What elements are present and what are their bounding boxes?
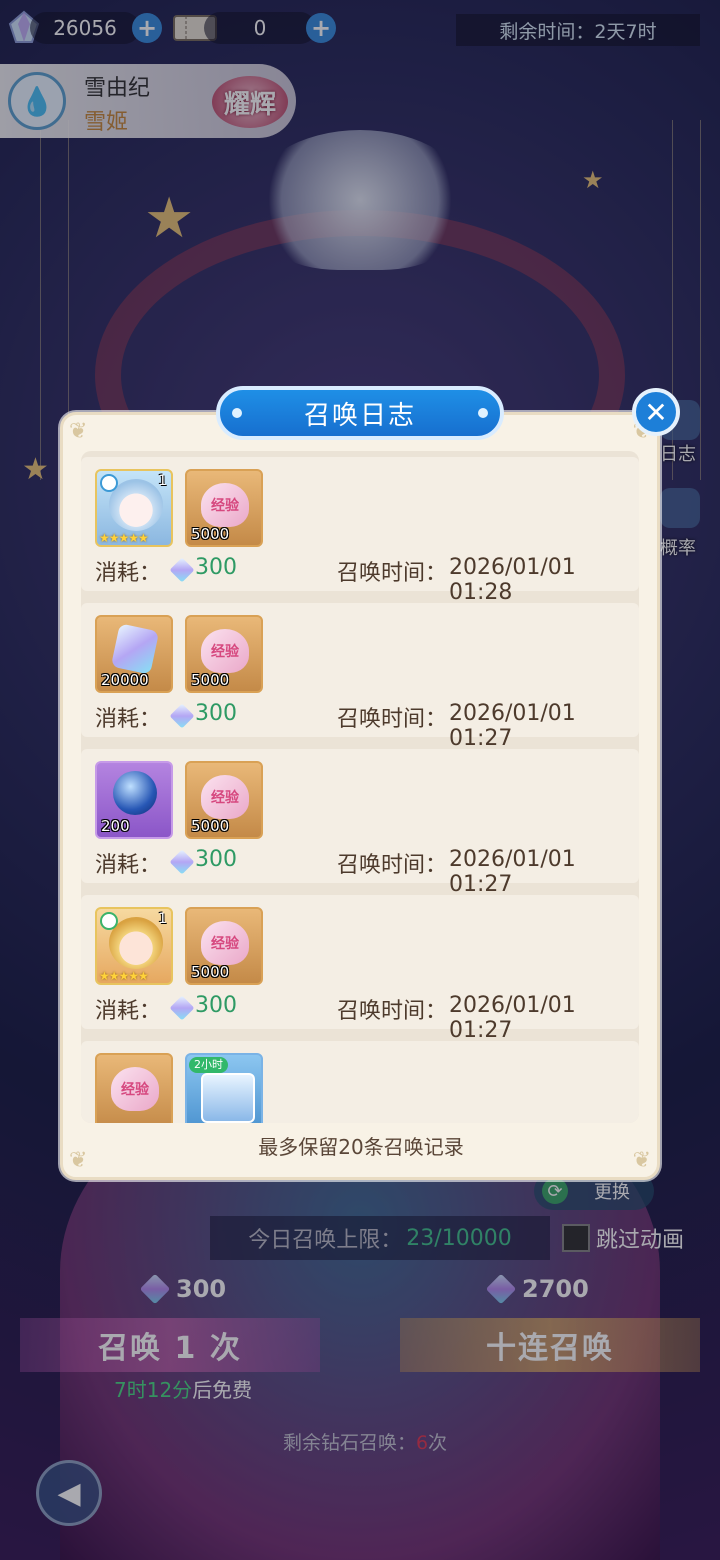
summon-record: 1 ★★★★★ 经验 5000 消耗： 300 召唤时间： 2026/01/01…: [81, 457, 639, 605]
summon-time-value: 2026/01/01 01:28: [449, 555, 576, 605]
exp-heart-icon: 经验: [201, 775, 249, 819]
summon-time-label: 召唤时间：: [337, 853, 448, 878]
exp-heart-item[interactable]: 经验 5000: [185, 907, 263, 985]
summon-log-dialog: ❦ ❦ ❦ ❦ 1 ★★★★★ 经验 5000 消耗： 300 召唤时间： 20…: [60, 412, 660, 1180]
treasure-chest-item[interactable]: 2小时: [185, 1053, 263, 1123]
character-snow-yuki-avatar[interactable]: 1 ★★★★★: [95, 469, 173, 547]
item-quantity: 5000: [191, 525, 230, 543]
diamond-icon: [169, 557, 195, 583]
title-ornament: [232, 408, 242, 418]
summon-time-value: 2026/01/01 01:27: [449, 993, 576, 1043]
title-ornament: [478, 408, 488, 418]
rarity-stars: ★★★★★: [99, 531, 149, 545]
exp-heart-icon: 经验: [111, 1067, 159, 1111]
item-quantity: 5000: [191, 817, 230, 835]
exp-heart-item[interactable]: 经验 5000: [185, 469, 263, 547]
summon-time-label: 召唤时间：: [337, 707, 448, 732]
crystal-orb-icon: [113, 771, 157, 815]
diamond-icon: [169, 703, 195, 729]
water-element-icon: [100, 474, 118, 492]
dialog-title: 召唤日志: [216, 386, 504, 440]
record-limit-note: 最多保留20条召唤记录: [258, 1135, 464, 1159]
exp-heart-icon: 经验: [201, 921, 249, 965]
cost-value: 300: [195, 555, 237, 580]
close-icon: ✕: [644, 395, 668, 429]
diamond-icon: [169, 995, 195, 1021]
character-blonde-avatar[interactable]: 1 ★★★★★: [95, 907, 173, 985]
summon-record: 1 ★★★★★ 经验 5000 消耗： 300 召唤时间： 2026/01/01…: [81, 895, 639, 1043]
cost-value: 300: [195, 847, 237, 872]
exp-heart-icon: 经验: [201, 629, 249, 673]
exp-heart-item[interactable]: 经验 5000: [185, 615, 263, 693]
summon-time-value: 2026/01/01 01:27: [449, 847, 576, 897]
item-quantity: 200: [101, 817, 130, 835]
cost-value: 300: [195, 993, 237, 1018]
wind-element-icon: [100, 912, 118, 930]
exp-heart-icon: 经验: [201, 483, 249, 527]
summon-record: 经验 2小时: [81, 1041, 639, 1123]
diamond-icon: [110, 623, 160, 675]
rarity-stars: ★★★★★: [99, 969, 149, 983]
summon-time-label: 召唤时间：: [337, 999, 448, 1024]
cost-value: 300: [195, 701, 237, 726]
cost-label: 消耗：: [95, 999, 162, 1024]
diamond-icon: [169, 849, 195, 875]
summon-time-value: 2026/01/01 01:27: [449, 701, 576, 751]
item-level: 1: [158, 911, 167, 927]
treasure-chest-icon: [201, 1073, 255, 1123]
cost-label: 消耗：: [95, 853, 162, 878]
summon-time-label: 召唤时间：: [337, 561, 448, 586]
crystal-orb-item[interactable]: 200: [95, 761, 173, 839]
duration-tag: 2小时: [189, 1057, 228, 1073]
item-quantity: 5000: [191, 671, 230, 689]
summon-record: 20000 经验 5000 消耗： 300 召唤时间： 2026/01/01 0…: [81, 603, 639, 751]
close-button[interactable]: ✕: [632, 388, 680, 436]
summon-record: 200 经验 5000 消耗： 300 召唤时间： 2026/01/01 01:…: [81, 749, 639, 897]
cost-label: 消耗：: [95, 561, 162, 586]
summon-record-list[interactable]: 1 ★★★★★ 经验 5000 消耗： 300 召唤时间： 2026/01/01…: [81, 451, 639, 1123]
dialog-title-text: 召唤日志: [303, 400, 416, 431]
exp-heart-item[interactable]: 经验 5000: [185, 761, 263, 839]
corner-ornament: ❦: [69, 419, 88, 444]
exp-heart-item[interactable]: 经验: [95, 1053, 173, 1123]
item-quantity: 5000: [191, 963, 230, 981]
item-level: 1: [158, 473, 167, 489]
diamond-item[interactable]: 20000: [95, 615, 173, 693]
item-quantity: 20000: [101, 671, 149, 689]
cost-label: 消耗：: [95, 707, 162, 732]
